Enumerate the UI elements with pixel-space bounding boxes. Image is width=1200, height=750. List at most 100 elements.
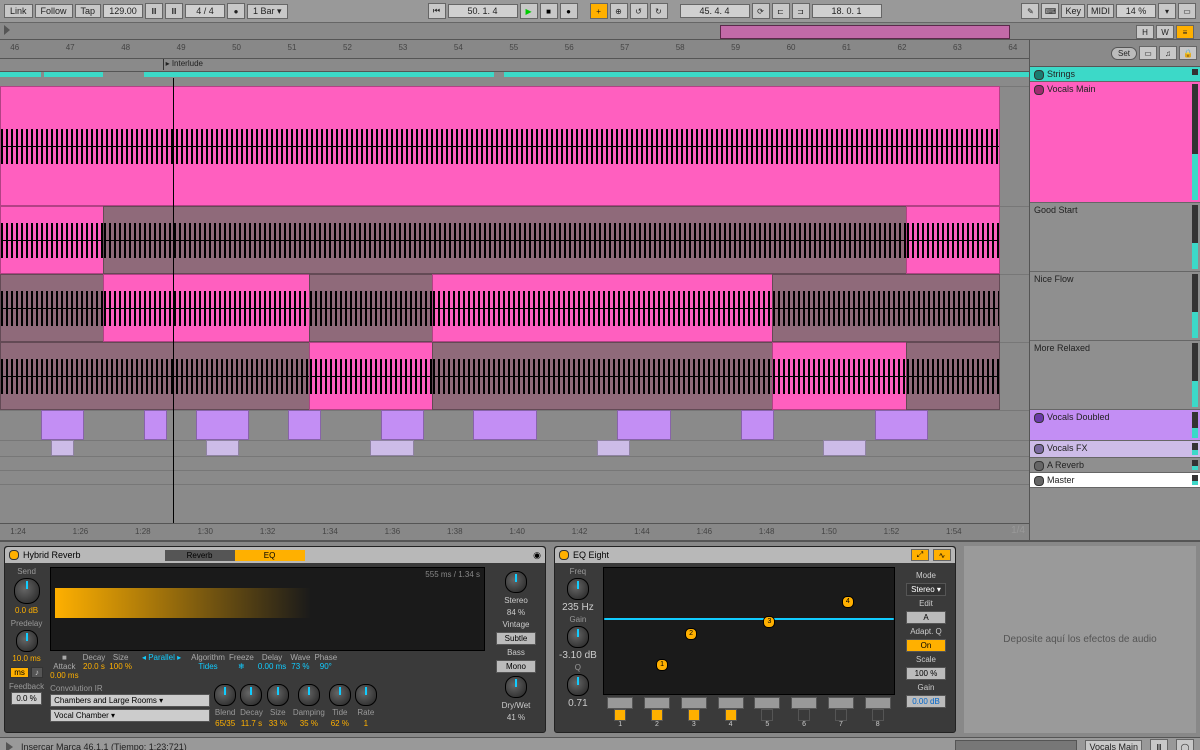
track-header[interactable]: A Reverb xyxy=(1030,458,1200,473)
track-lane[interactable] xyxy=(0,342,1029,411)
eq-eight-titlebar[interactable]: EQ Eight ⤢ ∿ xyxy=(555,547,955,563)
metronome-icon[interactable]: ● xyxy=(227,3,245,19)
freq-knob[interactable] xyxy=(567,578,589,600)
q-knob[interactable] xyxy=(567,674,589,696)
track-lanes[interactable] xyxy=(0,78,1029,523)
track-header[interactable]: Vocals Doubled xyxy=(1030,410,1200,441)
overdub-icon[interactable]: + xyxy=(590,3,608,19)
eq-band-6[interactable]: 6 xyxy=(787,697,822,728)
audio-clip[interactable] xyxy=(309,274,434,342)
punch-out-icon[interactable]: ⊐ xyxy=(792,3,810,19)
lock-icon[interactable]: 🔒 xyxy=(1179,46,1197,60)
audio-clip[interactable] xyxy=(772,274,1000,342)
audio-clip[interactable] xyxy=(772,342,908,410)
loop-icon[interactable]: ⟳ xyxy=(752,3,770,19)
reverb-tab[interactable]: Reverb xyxy=(165,550,235,561)
audio-clip[interactable] xyxy=(906,206,1001,274)
audio-clip[interactable] xyxy=(288,410,321,440)
header-w-icon[interactable]: W xyxy=(1156,25,1174,39)
audio-effects-dropzone[interactable]: Deposite aquí los efectos de audio xyxy=(964,546,1196,733)
track-header[interactable]: Nice Flow xyxy=(1030,272,1200,341)
overload-icon[interactable]: ▾ xyxy=(1158,3,1176,19)
audio-clip[interactable] xyxy=(0,274,105,342)
audio-clip[interactable] xyxy=(41,410,84,440)
eq-band-8[interactable]: 8 xyxy=(860,697,895,728)
freeze-button[interactable]: ❄ xyxy=(238,662,245,671)
tap-tempo-button[interactable]: Tap xyxy=(75,4,102,18)
device-on-icon[interactable] xyxy=(9,550,19,560)
audio-clip[interactable] xyxy=(0,206,105,274)
status-circle-icon[interactable]: ◯ xyxy=(1176,739,1194,750)
track-lane[interactable] xyxy=(0,86,1029,207)
locator-lane[interactable]: ▸ Interlude xyxy=(0,59,1029,72)
track-header[interactable]: Vocals Main xyxy=(1030,82,1200,203)
audio-clip[interactable] xyxy=(51,440,74,456)
playhead[interactable] xyxy=(173,78,174,523)
track-lane[interactable] xyxy=(0,456,1029,471)
overview-fold-icon[interactable] xyxy=(4,25,10,35)
eq-band-2[interactable]: 2 xyxy=(640,697,675,728)
gain-knob[interactable] xyxy=(567,626,589,648)
audio-clip[interactable] xyxy=(103,274,311,342)
sync-mode-button[interactable]: ♪ xyxy=(31,667,43,678)
ms-mode-button[interactable]: ms xyxy=(10,667,29,678)
track-header[interactable]: Vocals FX xyxy=(1030,441,1200,458)
vintage-menu[interactable]: Subtle xyxy=(496,632,536,645)
tempo-field[interactable]: 129.00 xyxy=(103,4,143,18)
eq-scale-field[interactable]: 100 % xyxy=(906,667,946,680)
track-lane[interactable] xyxy=(0,470,1029,485)
audio-clip[interactable] xyxy=(906,342,1001,410)
status-track-chip[interactable]: Vocals Main xyxy=(1085,740,1142,750)
eq-mode-menu[interactable]: Stereo ▾ xyxy=(906,583,946,596)
audio-clip[interactable] xyxy=(617,410,670,440)
quantize-menu[interactable]: 1 Bar ▾ xyxy=(247,4,288,19)
feedback-field[interactable]: 0.0 % xyxy=(11,692,41,705)
eq-tab[interactable]: EQ xyxy=(235,550,305,561)
eq-output-gain[interactable]: 0.00 dB xyxy=(906,695,946,708)
eq-band-4[interactable]: 4 xyxy=(713,697,748,728)
audio-clip[interactable] xyxy=(196,410,249,440)
tide-knob[interactable] xyxy=(329,684,351,706)
record-button[interactable]: ● xyxy=(560,3,578,19)
track-lane[interactable] xyxy=(0,274,1029,343)
menu-icon[interactable]: ≡ xyxy=(1176,25,1194,39)
audio-clip[interactable] xyxy=(597,440,630,456)
stop-button[interactable]: ■ xyxy=(540,3,558,19)
eq-band-handle[interactable]: 4 xyxy=(842,596,854,608)
header-h-icon[interactable]: H xyxy=(1136,25,1154,39)
track-header[interactable]: Good Start xyxy=(1030,203,1200,272)
spectrum-icon[interactable]: ∿ xyxy=(933,549,951,561)
audio-clip[interactable] xyxy=(875,410,928,440)
eq-band-handle[interactable]: 3 xyxy=(763,616,775,628)
song-position[interactable]: 50. 1. 4 xyxy=(448,4,518,18)
eq-band-7[interactable]: 7 xyxy=(824,697,859,728)
predelay-knob[interactable] xyxy=(16,630,38,652)
midi-button[interactable]: MIDI xyxy=(1087,4,1114,18)
audio-clip[interactable] xyxy=(0,86,1000,206)
rate-knob[interactable] xyxy=(355,684,377,706)
algorithm-selector[interactable]: Tides xyxy=(198,662,217,671)
ir-waveform-display[interactable]: 555 ms / 1.34 s xyxy=(50,567,485,651)
capture-icon[interactable]: ↻ xyxy=(650,3,668,19)
audio-clip[interactable] xyxy=(432,274,774,342)
loop-start[interactable]: 45. 4. 4 xyxy=(680,4,750,18)
routing-selector[interactable]: ◂ Parallel ▸ xyxy=(142,653,181,662)
track-lane[interactable] xyxy=(0,410,1029,441)
status-bars-icon[interactable]: Ⅲ xyxy=(1150,739,1168,750)
device-on-icon[interactable] xyxy=(559,550,569,560)
time-signature-field[interactable]: 4 / 4 xyxy=(185,4,225,18)
damping-knob[interactable] xyxy=(298,684,320,706)
send-knob[interactable] xyxy=(14,578,40,604)
keymap-icon[interactable]: ⌨ xyxy=(1041,3,1059,19)
audio-clip[interactable] xyxy=(381,410,424,440)
eq-band-selector[interactable]: 12345678 xyxy=(603,697,895,728)
track-lane[interactable] xyxy=(0,440,1029,457)
follow-button[interactable]: Follow xyxy=(35,4,73,18)
play-button[interactable]: ▶ xyxy=(520,3,538,19)
audio-clip[interactable] xyxy=(432,342,774,410)
key-button[interactable]: Key xyxy=(1061,4,1085,18)
ir-bank-menu[interactable]: Chambers and Large Rooms ▾ xyxy=(50,694,210,707)
nudge-up-icon[interactable]: Ⅲ xyxy=(165,3,183,19)
bar-ruler[interactable]: 46474849505152535455565758596061626364 xyxy=(0,40,1029,59)
size2-knob[interactable] xyxy=(267,684,289,706)
